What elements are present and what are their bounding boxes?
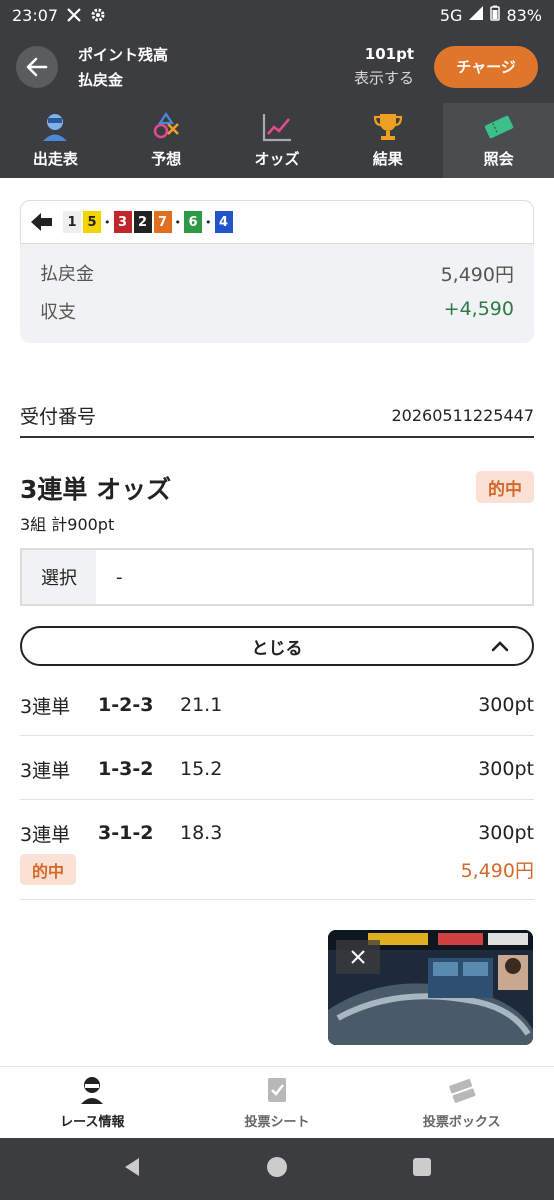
- bet-combo: 3-1-2: [98, 822, 154, 844]
- payout-label: 払戻金: [78, 70, 124, 89]
- card-payout-label: 払戻金: [40, 264, 94, 285]
- system-recents-icon[interactable]: [411, 1156, 433, 1182]
- bottom-nav-vote-box[interactable]: 投票ボックス: [369, 1067, 554, 1138]
- app-header: ポイント残高 払戻金 101pt 表示する チャージ: [0, 30, 554, 103]
- status-bar: 23:07 5G 83%: [0, 0, 554, 30]
- ticket-header: 1 5 • 3 2 7 • 6 • 4: [20, 200, 534, 244]
- prediction-icon: [153, 112, 180, 139]
- bottom-nav-race-info[interactable]: レース情報: [0, 1067, 185, 1138]
- arrow-left-icon: [26, 57, 48, 76]
- bet-row: 3連単 1-3-2 15.2 300pt: [20, 754, 534, 800]
- tab-prediction[interactable]: 予想: [111, 103, 222, 178]
- row-payout: 5,490円: [460, 860, 534, 882]
- tab-label: 予想: [151, 150, 182, 168]
- bet-combo: 1-2-3: [98, 694, 154, 716]
- selection-box: 選択 -: [20, 548, 534, 606]
- battery-icon: [490, 5, 501, 25]
- charge-button[interactable]: チャージ: [434, 45, 538, 88]
- racer-icon: [43, 114, 68, 141]
- bet-odds: 21.1: [180, 694, 223, 716]
- bet-title: 3連単 オッズ: [20, 475, 172, 504]
- trophy-icon: [373, 114, 402, 140]
- tab-label: 結果: [372, 150, 403, 168]
- row-hit-badge: 的中: [20, 854, 76, 885]
- number-separator: •: [174, 215, 182, 229]
- receipt-number: 20260511225447: [391, 405, 534, 425]
- card-payout-value: 5,490円: [440, 264, 514, 286]
- tab-label: 出走表: [32, 150, 78, 168]
- main-content: 1 5 • 3 2 7 • 6 • 4 払戻金 5,490円 収支 +4,590 受付番号 202…: [0, 178, 554, 1066]
- card-balance-row: 収支 +4,590: [40, 298, 514, 324]
- bet-amount: 300pt: [478, 822, 534, 844]
- tab-bar: 出走表 予想 オッズ 結果 照会: [0, 103, 554, 178]
- point-balance-value: 101pt: [364, 45, 414, 63]
- system-back-icon[interactable]: [121, 1156, 143, 1182]
- bet-amount: 300pt: [478, 694, 534, 716]
- receipt-label: 受付番号: [20, 405, 97, 428]
- number-separator: •: [104, 215, 111, 229]
- status-time: 23:07: [12, 5, 59, 25]
- bet-odds: 15.2: [180, 758, 223, 780]
- ticket-numbers: 1 5 • 3 2 7 • 6 • 4: [63, 211, 233, 233]
- system-home-icon[interactable]: [265, 1155, 289, 1183]
- bottom-nav-label: 投票ボックス: [422, 1115, 501, 1130]
- payout-show-link[interactable]: 表示する: [354, 67, 414, 88]
- bet-row: 3連単 3-1-2 18.3 300pt 的中 5,490円: [20, 818, 534, 900]
- odds-chart-icon: [262, 114, 291, 142]
- video-close-button[interactable]: [336, 940, 380, 974]
- receipt-row: 受付番号 20260511225447: [20, 398, 534, 438]
- tab-label: オッズ: [254, 150, 300, 168]
- collapse-label: とじる: [251, 638, 303, 659]
- bet-row: 3連単 1-2-3 21.1 300pt: [20, 690, 534, 736]
- boat-number-box: 3: [113, 211, 132, 233]
- boat-number-box: 7: [153, 211, 172, 233]
- boat-number-box: 2: [133, 211, 152, 233]
- boat-number-box: 5: [83, 211, 101, 233]
- bottom-nav-vote-sheet[interactable]: 投票シート: [185, 1067, 370, 1138]
- system-nav-bar: [0, 1138, 554, 1200]
- network-type: 5G: [439, 5, 463, 25]
- bet-amount: 300pt: [478, 758, 534, 780]
- close-icon: [351, 950, 365, 964]
- selection-label: 選択: [22, 550, 96, 604]
- live-video-player[interactable]: [328, 930, 533, 1045]
- bet-kind: 3連単: [20, 759, 71, 782]
- boat-number-box: 6: [184, 211, 202, 233]
- tickets-icon: [448, 1079, 476, 1103]
- back-button[interactable]: [16, 45, 58, 88]
- settings-gear-icon: [90, 7, 106, 23]
- bet-kind: 3連単: [20, 695, 71, 718]
- card-balance-value: +4,590: [443, 298, 514, 320]
- tab-label: 照会: [483, 150, 514, 168]
- ticket-icon: [484, 115, 513, 139]
- boat-number-box: 4: [214, 211, 233, 233]
- number-separator: •: [205, 215, 212, 229]
- card-payout-row: 払戻金 5,490円: [40, 260, 514, 287]
- bottom-nav-label: 投票シート: [244, 1115, 310, 1130]
- tab-inquiry[interactable]: 照会: [443, 103, 554, 178]
- battery-level: 83%: [506, 5, 542, 25]
- bet-combo: 1-3-2: [98, 758, 154, 780]
- bottom-nav-label: レース情報: [60, 1115, 125, 1130]
- hit-badge: 的中: [476, 471, 534, 503]
- collapse-button[interactable]: とじる: [20, 626, 534, 666]
- bottom-nav: レース情報 投票シート 投票ボックス: [0, 1066, 554, 1138]
- selection-value: -: [116, 566, 123, 588]
- sheet-icon: [268, 1078, 286, 1102]
- chevron-up-icon: [491, 641, 509, 652]
- tab-race-card[interactable]: 出走表: [0, 103, 111, 178]
- x-logo-icon: [66, 7, 82, 23]
- signal-icon: [468, 5, 484, 25]
- bet-summary: 3組 計900pt: [20, 515, 115, 534]
- tab-odds[interactable]: オッズ: [222, 103, 333, 178]
- tab-results[interactable]: 結果: [332, 103, 443, 178]
- card-balance-label: 収支: [40, 302, 76, 323]
- arrow-left-icon[interactable]: [31, 212, 53, 232]
- bet-kind: 3連単: [20, 823, 71, 846]
- bet-odds: 18.3: [180, 822, 223, 844]
- boat-number-box: 1: [63, 211, 81, 233]
- ticket-summary-card: 1 5 • 3 2 7 • 6 • 4 払戻金 5,490円 収支 +4,590: [20, 200, 534, 343]
- racer-icon: [81, 1077, 104, 1104]
- point-balance-label: ポイント残高: [78, 45, 169, 64]
